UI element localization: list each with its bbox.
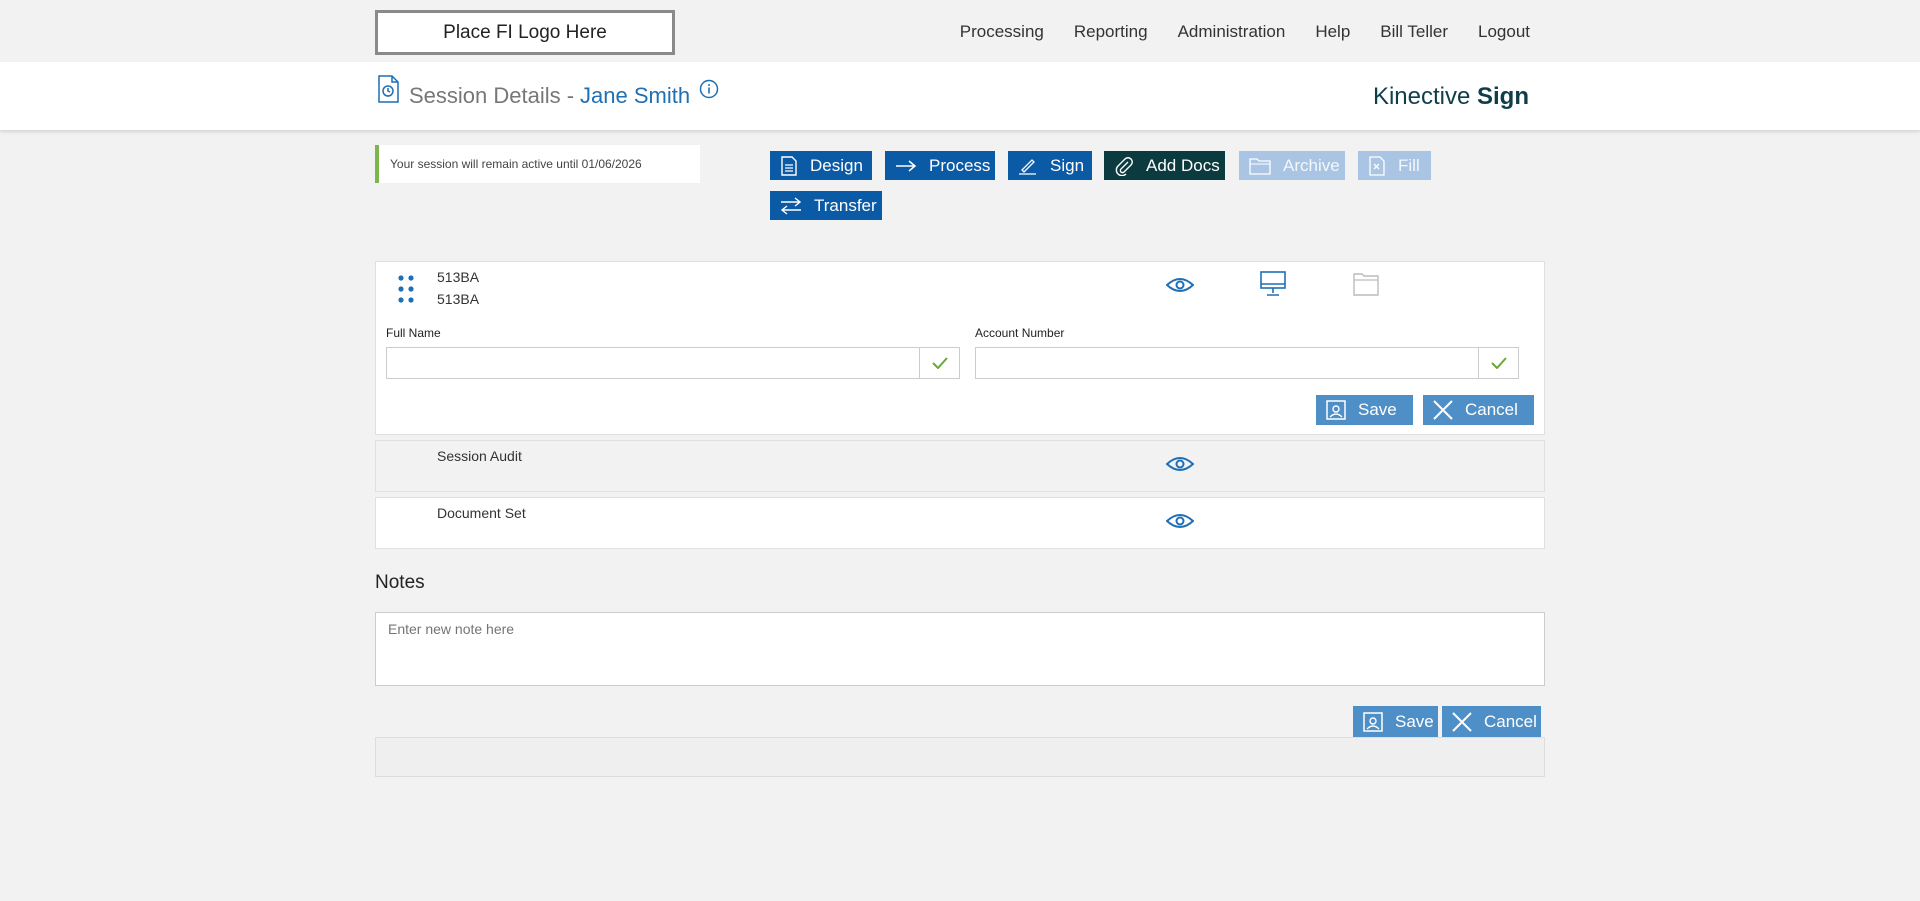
notes-cancel-button[interactable]: Cancel [1442, 706, 1541, 738]
view-eye-icon[interactable] [1166, 276, 1194, 294]
document-save-button[interactable]: Save [1316, 395, 1413, 425]
session-audit-row[interactable]: Session Audit [375, 440, 1545, 492]
account-number-input[interactable] [975, 347, 1479, 379]
document-set-label: Document Set [437, 505, 526, 521]
document-set-row[interactable]: Document Set [375, 497, 1545, 549]
notes-list-area [375, 737, 1545, 777]
view-eye-icon[interactable] [1166, 512, 1194, 530]
transfer-button[interactable]: Transfer [770, 191, 882, 220]
full-name-label: Full Name [386, 326, 441, 340]
drag-handle-icon[interactable] [396, 274, 416, 304]
monitor-icon[interactable] [1260, 271, 1286, 297]
document-cancel-button[interactable]: Cancel [1423, 395, 1534, 425]
document-card: 513BA 513BA Full Name Account Number Sav… [375, 261, 1545, 435]
document-code: 513BA [437, 269, 480, 285]
session-history-icon [378, 75, 399, 103]
notes-save-label: Save [1395, 712, 1434, 731]
nav-user-menu[interactable]: Bill Teller [1380, 22, 1448, 42]
nav-administration[interactable]: Administration [1178, 22, 1286, 42]
fill-label: Fill [1398, 155, 1420, 175]
notes-cancel-label: Cancel [1484, 712, 1537, 731]
arrow-right-icon [896, 159, 917, 172]
add-docs-label: Add Docs [1146, 155, 1220, 175]
top-bar: Place FI Logo Here Processing Reporting … [0, 0, 1920, 62]
notes-save-button[interactable]: Save [1353, 706, 1438, 738]
nav-processing[interactable]: Processing [960, 22, 1044, 42]
save-icon [1363, 712, 1383, 732]
save-icon [1326, 400, 1346, 420]
page-title: Session Details - [409, 83, 575, 108]
document-description: 513BA [437, 291, 480, 307]
document-save-label: Save [1358, 400, 1397, 419]
add-docs-button[interactable]: Add Docs [1104, 151, 1225, 180]
top-nav: Processing Reporting Administration Help… [930, 22, 1530, 42]
fi-logo-placeholder: Place FI Logo Here [375, 10, 675, 55]
full-name-confirm-button[interactable] [919, 347, 960, 379]
account-number-confirm-button[interactable] [1478, 347, 1519, 379]
close-icon [1433, 400, 1453, 420]
checkmark-icon [1490, 357, 1507, 369]
close-icon [1452, 712, 1472, 732]
nav-reporting[interactable]: Reporting [1074, 22, 1148, 42]
account-number-label: Account Number [975, 326, 1065, 340]
notes-input[interactable] [375, 612, 1545, 686]
transfer-label: Transfer [814, 195, 877, 215]
nav-help[interactable]: Help [1315, 22, 1350, 42]
process-button[interactable]: Process [885, 151, 995, 180]
brand-light: Kinective [1372, 83, 1471, 110]
view-eye-icon[interactable] [1166, 455, 1194, 473]
brand-bold: Sign [1477, 83, 1529, 110]
checkmark-icon [931, 357, 948, 369]
design-button[interactable]: Design [770, 151, 872, 180]
fill-button[interactable]: Fill [1358, 151, 1431, 180]
transfer-arrows-icon [780, 196, 802, 215]
nav-logout[interactable]: Logout [1478, 22, 1530, 42]
sign-button[interactable]: Sign [1008, 151, 1092, 180]
folder-disabled-icon [1353, 273, 1379, 296]
archive-label: Archive [1283, 155, 1340, 175]
paperclip-icon [1115, 156, 1133, 176]
design-label: Design [810, 155, 863, 175]
archive-button[interactable]: Archive [1239, 151, 1345, 180]
pen-icon [1019, 158, 1036, 175]
document-cancel-label: Cancel [1465, 400, 1518, 419]
customer-name[interactable]: Jane Smith [580, 83, 690, 109]
session-expiry-banner: Your session will remain active until 01… [375, 145, 700, 183]
folder-icon [1249, 157, 1271, 175]
process-label: Process [929, 155, 991, 175]
session-audit-label: Session Audit [437, 448, 522, 464]
notes-heading: Notes [375, 572, 425, 593]
info-icon[interactable] [699, 79, 719, 99]
brand-logo: Kinective Sign [1373, 83, 1529, 111]
fill-form-icon [1369, 155, 1385, 176]
full-name-input[interactable] [386, 347, 920, 379]
page-header: Session Details - Jane Smith Kinective S… [0, 62, 1920, 130]
document-icon [781, 155, 797, 176]
sign-label: Sign [1050, 155, 1085, 175]
